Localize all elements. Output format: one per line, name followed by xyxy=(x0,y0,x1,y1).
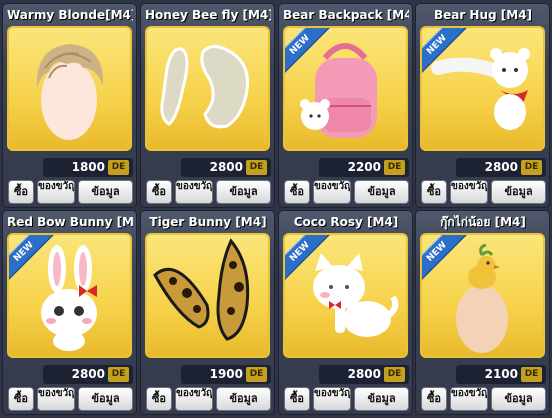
currency-badge: DE xyxy=(108,160,129,175)
item-thumbnail[interactable] xyxy=(145,26,270,151)
info-button[interactable]: ข้อมูล xyxy=(491,180,546,204)
info-button[interactable]: ข้อมูล xyxy=(491,387,546,411)
info-button[interactable]: ข้อมูล xyxy=(354,387,409,411)
gift-button[interactable]: ของขวัญ xyxy=(37,180,75,204)
item-price: 1800 xyxy=(71,160,105,174)
item-name: Coco Rosy [M4] xyxy=(293,215,399,229)
item-thumbnail[interactable] xyxy=(145,233,270,358)
tiger-ears-icon xyxy=(153,238,250,341)
buy-button[interactable]: ซื้อ xyxy=(284,180,310,204)
item-price: 2800 xyxy=(347,367,381,381)
shop-item-card[interactable]: Honey Bee fly [M4] 2800 DE ซื้อ ของขวัญ … xyxy=(140,3,275,208)
item-name: กุ๊กไก่น้อย [M4] xyxy=(440,215,526,229)
shop-item-card[interactable]: กุ๊กไก่น้อย [M4] NEW 2100 DE ซื้อ ของขวั… xyxy=(415,210,550,415)
item-name: Bear Hug [M4] xyxy=(433,8,533,22)
buy-button[interactable]: ซื้อ xyxy=(421,180,447,204)
info-button[interactable]: ข้อมูล xyxy=(354,180,409,204)
item-name: Honey Bee fly [M4] xyxy=(145,8,271,22)
buy-button[interactable]: ซื้อ xyxy=(8,180,34,204)
item-price: 2100 xyxy=(484,367,518,381)
shop-item-card[interactable]: Warmy Blonde[M4] 1800 DE ซื้อ ของขวัญ ข้… xyxy=(2,3,137,208)
item-thumbnail[interactable]: NEW xyxy=(283,233,408,358)
price-tag: 2800 DE xyxy=(43,365,133,384)
buy-button[interactable]: ซื้อ xyxy=(8,387,34,411)
currency-badge: DE xyxy=(384,367,405,382)
info-button[interactable]: ข้อมูล xyxy=(78,387,133,411)
gift-button[interactable]: ของขวัญ xyxy=(37,387,75,411)
currency-badge: DE xyxy=(108,367,129,382)
item-price: 2800 xyxy=(484,160,518,174)
bee-wings-icon xyxy=(160,45,250,129)
buy-button[interactable]: ซื้อ xyxy=(284,387,310,411)
item-thumbnail[interactable]: NEW xyxy=(283,26,408,151)
info-button[interactable]: ข้อมูล xyxy=(216,387,271,411)
currency-badge: DE xyxy=(246,160,267,175)
currency-badge: DE xyxy=(521,367,542,382)
gift-button[interactable]: ของขวัญ xyxy=(450,180,488,204)
shop-item-grid: Warmy Blonde[M4] 1800 DE ซื้อ ของขวัญ ข้… xyxy=(0,0,552,418)
item-price: 2200 xyxy=(347,160,381,174)
gift-button[interactable]: ของขวัญ xyxy=(313,180,351,204)
gift-button[interactable]: ของขวัญ xyxy=(175,180,213,204)
price-tag: 1800 DE xyxy=(43,158,133,177)
item-name: Bear Backpack [M4] xyxy=(283,8,409,22)
item-thumbnail[interactable]: NEW xyxy=(420,26,545,151)
shop-item-card[interactable]: Bear Backpack [M4] NEW 2200 DE ซื้อ ของข… xyxy=(278,3,413,208)
item-price: 1900 xyxy=(209,367,243,381)
buy-button[interactable]: ซื้อ xyxy=(421,387,447,411)
shop-item-card[interactable]: Bear Hug [M4] NEW 2800 DE ซื้อ ของขวัญ ข… xyxy=(415,3,550,208)
currency-badge: DE xyxy=(521,160,542,175)
item-thumbnail[interactable]: NEW xyxy=(7,233,132,358)
buy-button[interactable]: ซื้อ xyxy=(146,387,172,411)
item-thumbnail[interactable] xyxy=(7,26,132,151)
item-price: 2800 xyxy=(71,367,105,381)
blonde-wig-icon xyxy=(36,44,104,140)
currency-badge: DE xyxy=(384,160,405,175)
info-button[interactable]: ข้อมูล xyxy=(78,180,133,204)
gift-button[interactable]: ของขวัญ xyxy=(450,387,488,411)
price-tag: 1900 DE xyxy=(181,365,271,384)
item-name: Tiger Bunny [M4] xyxy=(149,215,267,229)
buy-button[interactable]: ซื้อ xyxy=(146,180,172,204)
info-button[interactable]: ข้อมูล xyxy=(216,180,271,204)
item-price: 2800 xyxy=(209,160,243,174)
price-tag: 2800 DE xyxy=(456,158,546,177)
price-tag: 2100 DE xyxy=(456,365,546,384)
currency-badge: DE xyxy=(246,367,267,382)
shop-item-card[interactable]: Red Bow Bunny [M4] NEW 2800 DE ซื้อ ของข… xyxy=(2,210,137,415)
item-thumbnail[interactable]: NEW xyxy=(420,233,545,358)
item-name: Red Bow Bunny [M4] xyxy=(7,215,133,229)
shop-item-card[interactable]: Tiger Bunny [M4] 1900 DE ซื้อ ของขวัญ ข้… xyxy=(140,210,275,415)
gift-button[interactable]: ของขวัญ xyxy=(313,387,351,411)
gift-button[interactable]: ของขวัญ xyxy=(175,387,213,411)
price-tag: 2200 DE xyxy=(319,158,409,177)
item-name: Warmy Blonde[M4] xyxy=(7,8,133,22)
price-tag: 2800 DE xyxy=(181,158,271,177)
shop-item-card[interactable]: Coco Rosy [M4] NEW 2800 DE ซื้อ ของขวัญ … xyxy=(278,210,413,415)
price-tag: 2800 DE xyxy=(319,365,409,384)
